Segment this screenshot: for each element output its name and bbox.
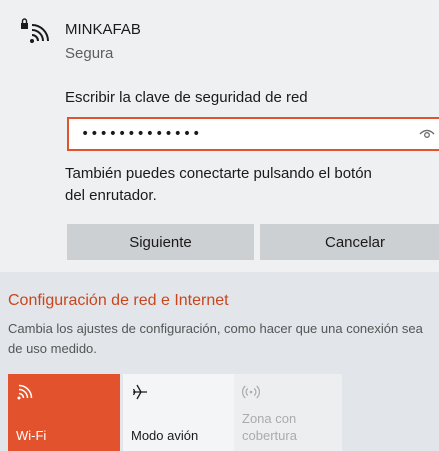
network-settings-link[interactable]: Configuración de red e Internet bbox=[8, 292, 229, 310]
network-settings-description: Cambia los ajustes de configuración, com… bbox=[8, 321, 423, 356]
wifi-icon bbox=[17, 384, 33, 400]
eye-icon[interactable] bbox=[419, 126, 435, 142]
wifi-tile-label: Wi-Fi bbox=[16, 428, 47, 443]
router-hint-line2: del enrutador. bbox=[65, 187, 157, 204]
network-name: MINKAFAB bbox=[65, 21, 141, 38]
cancel-button[interactable]: Cancelar bbox=[260, 224, 439, 260]
hotspot-icon bbox=[242, 385, 260, 399]
wifi-toggle-tile[interactable]: Wi-Fi bbox=[8, 374, 120, 451]
mobile-hotspot-tile[interactable]: Zona con cobertura bbox=[234, 374, 342, 451]
router-hint-line1: También puedes conectarte pulsando el bo… bbox=[65, 165, 372, 182]
wifi-lock-icon bbox=[21, 18, 49, 43]
next-button[interactable]: Siguiente bbox=[67, 224, 254, 260]
router-hint: También puedes conectarte pulsando el bo… bbox=[65, 163, 439, 207]
security-key-input[interactable] bbox=[67, 117, 439, 151]
hotspot-tile-label: Zona con cobertura bbox=[242, 411, 297, 443]
airplane-icon bbox=[132, 384, 147, 400]
network-status: Segura bbox=[65, 45, 114, 62]
security-key-label: Escribir la clave de seguridad de red bbox=[65, 89, 308, 106]
airplane-tile-label: Modo avión bbox=[131, 428, 199, 443]
airplane-mode-tile[interactable]: Modo avión bbox=[123, 374, 235, 451]
